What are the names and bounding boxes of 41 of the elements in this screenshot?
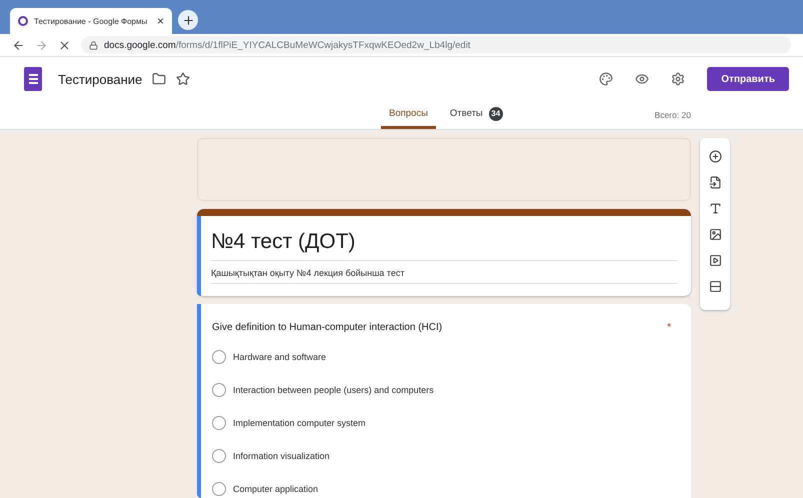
question-text: Give definition to Human-computer interaction (HCI) [212,322,442,333]
count-badge: 34 [488,106,503,120]
import-icon[interactable] [708,176,722,189]
document-title: Тестирование [58,72,142,86]
folder-icon[interactable] [152,72,166,86]
radio-button[interactable] [212,382,226,396]
option-label: Hardware and software [233,352,326,362]
plus-icon [182,14,194,26]
tab-close-button[interactable]: × [156,14,164,28]
section-icon[interactable] [708,280,722,293]
form-title[interactable]: №4 тест (ДОТ) [211,230,677,261]
forms-logo-icon [24,67,42,91]
form-description[interactable]: Қашықтықтан оқыту №4 лекция бойынша тест [211,261,677,284]
video-icon[interactable] [708,254,722,267]
radio-button[interactable] [212,448,226,462]
preview-eye-icon[interactable] [635,72,650,86]
text-icon[interactable] [708,202,722,215]
star-icon[interactable] [176,72,190,86]
option-label: Information visualization [233,450,330,460]
lock-icon [89,40,98,50]
form-tab[interactable]: Ответы 34 [442,101,511,129]
address-bar[interactable]: docs.google.com/forms/d/1flPiE_YIYCALCBuMeWCwjakysTFxqwKEOed2w_Lb4lg/edit [81,36,791,54]
radio-button[interactable] [212,416,226,430]
back-button[interactable] [12,38,25,52]
option-label: Computer application [233,484,318,494]
send-button[interactable]: Отправить [707,67,789,91]
stop-button[interactable] [58,38,71,52]
browser-tab[interactable]: Тестирование - Google Формы × [10,8,172,34]
add-question-icon[interactable] [708,150,722,163]
favicon-icon [18,16,28,26]
option-label: Implementation computer system [233,418,366,428]
palette-icon[interactable] [599,72,614,86]
total-points: Всего: 20 [654,110,691,120]
image-icon[interactable] [708,228,722,241]
new-tab-button[interactable] [178,10,198,30]
tab-title: Тестирование - Google Формы [34,16,148,26]
radio-button[interactable] [212,482,226,496]
required-mark: * [667,322,671,333]
radio-button[interactable] [212,350,226,364]
settings-icon[interactable] [671,72,686,86]
option-label: Interaction between people (users) and computers [233,384,434,394]
